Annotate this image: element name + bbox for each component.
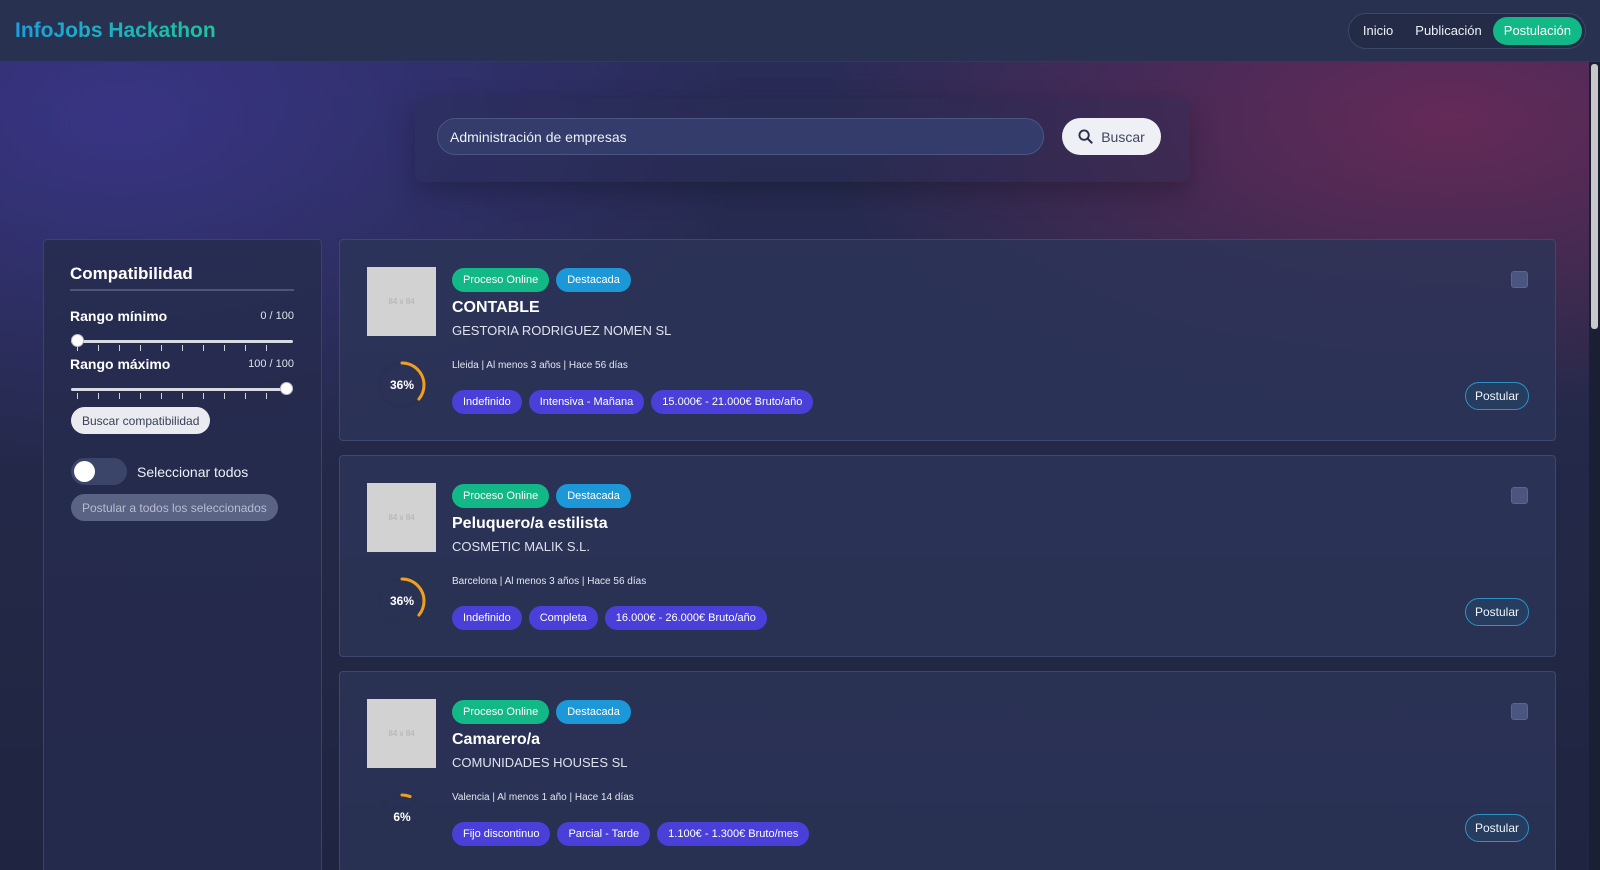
- page-scrollbar[interactable]: [1589, 62, 1600, 870]
- search-icon: [1078, 129, 1093, 144]
- compatibility-percent: 36%: [389, 378, 415, 392]
- max-slider-thumb[interactable]: [280, 382, 293, 395]
- chip-salary: 15.000€ - 21.000€ Bruto/año: [651, 390, 814, 414]
- nav-inicio[interactable]: Inicio: [1352, 17, 1404, 45]
- job-chips: Indefinido Intensiva - Mañana 15.000€ - …: [452, 390, 814, 414]
- company-logo-placeholder: 84 x 84: [367, 267, 436, 336]
- main-nav: Inicio Publicación Postulación: [1347, 12, 1586, 49]
- apply-button[interactable]: Postular: [1465, 814, 1529, 842]
- min-range-label: Rango mínimo: [70, 308, 168, 324]
- chip-schedule: Intensiva - Mañana: [528, 390, 645, 414]
- min-range-slider[interactable]: [71, 333, 293, 351]
- compatibility-percent: 36%: [389, 594, 415, 608]
- min-slider-ticks: [77, 345, 287, 351]
- company-logo-placeholder: 84 x 84: [367, 699, 436, 768]
- badge-online-process: Proceso Online: [452, 268, 550, 292]
- brand-logo[interactable]: InfoJobs Hackathon: [15, 19, 216, 43]
- min-slider-track: [71, 340, 293, 343]
- apply-button[interactable]: Postular: [1465, 598, 1529, 626]
- job-title[interactable]: Peluquero/a estilista: [452, 515, 608, 533]
- job-card: 84 x 84 Proceso Online Destacada Peluque…: [339, 455, 1556, 657]
- min-slider-thumb[interactable]: [71, 334, 84, 347]
- job-badges: Proceso Online Destacada: [452, 700, 631, 724]
- chip-contract: Indefinido: [452, 390, 522, 414]
- badge-featured: Destacada: [556, 484, 631, 508]
- search-button[interactable]: Buscar: [1062, 118, 1161, 155]
- chip-schedule: Completa: [528, 606, 598, 630]
- badge-online-process: Proceso Online: [452, 484, 550, 508]
- job-title[interactable]: Camarero/a: [452, 731, 540, 749]
- chip-salary: 16.000€ - 26.000€ Bruto/año: [604, 606, 767, 630]
- max-slider-track: [71, 388, 293, 391]
- company-name: COMUNIDADES HOUSES SL: [452, 755, 628, 770]
- sidebar-title: Compatibilidad: [70, 264, 294, 291]
- job-meta: Barcelona | Al menos 3 años | Hace 56 dí…: [452, 576, 647, 587]
- job-meta: Lleida | Al menos 3 años | Hace 56 días: [452, 360, 628, 371]
- min-range-value: 0 / 100: [260, 310, 294, 322]
- job-title[interactable]: CONTABLE: [452, 299, 540, 317]
- job-card: 84 x 84 Proceso Online Destacada CONTABL…: [339, 239, 1556, 441]
- company-logo-placeholder: 84 x 84: [367, 483, 436, 552]
- select-all-label: Seleccionar todos: [137, 464, 249, 480]
- chip-salary: 1.100€ - 1.300€ Bruto/mes: [657, 822, 810, 846]
- chip-contract: Indefinido: [452, 606, 522, 630]
- search-input[interactable]: [437, 118, 1044, 155]
- company-name: COSMETIC MALIK S.L.: [452, 539, 590, 554]
- job-select-checkbox[interactable]: [1511, 271, 1528, 288]
- badge-online-process: Proceso Online: [452, 700, 550, 724]
- chip-contract: Fijo discontinuo: [452, 822, 551, 846]
- top-navbar: InfoJobs Hackathon Inicio Publicación Po…: [0, 0, 1600, 62]
- apply-button[interactable]: Postular: [1465, 382, 1529, 410]
- search-button-label: Buscar: [1101, 128, 1145, 145]
- select-all-toggle[interactable]: [71, 458, 127, 485]
- nav-postulacion[interactable]: Postulación: [1492, 16, 1582, 45]
- job-select-checkbox[interactable]: [1511, 487, 1528, 504]
- chip-schedule: Parcial - Tarde: [557, 822, 651, 846]
- job-meta: Valencia | Al menos 1 año | Hace 14 días: [452, 792, 634, 803]
- badge-featured: Destacada: [556, 268, 631, 292]
- compatibility-percent: 6%: [393, 810, 411, 824]
- compatibility-sidebar: Compatibilidad Rango mínimo 0 / 100 Rang…: [43, 239, 322, 870]
- badge-featured: Destacada: [556, 700, 631, 724]
- job-card: 84 x 84 Proceso Online Destacada Camarer…: [339, 671, 1556, 870]
- job-badges: Proceso Online Destacada: [452, 268, 631, 292]
- nav-publicacion[interactable]: Publicación: [1404, 17, 1493, 45]
- search-compatibility-button[interactable]: Buscar compatibilidad: [71, 407, 211, 434]
- max-range-label: Rango máximo: [70, 356, 171, 372]
- job-chips: Indefinido Completa 16.000€ - 26.000€ Br…: [452, 606, 767, 630]
- scrollbar-thumb[interactable]: [1591, 64, 1598, 329]
- toggle-knob: [74, 461, 95, 482]
- job-chips: Fijo discontinuo Parcial - Tarde 1.100€ …: [452, 822, 810, 846]
- apply-all-selected-button[interactable]: Postular a todos los seleccionados: [71, 494, 278, 521]
- max-slider-ticks: [77, 393, 287, 399]
- job-badges: Proceso Online Destacada: [452, 484, 631, 508]
- max-range-slider[interactable]: [71, 381, 293, 399]
- company-name: GESTORIA RODRIGUEZ NOMEN SL: [452, 323, 672, 338]
- max-range-value: 100 / 100: [248, 358, 294, 370]
- job-select-checkbox[interactable]: [1511, 703, 1528, 720]
